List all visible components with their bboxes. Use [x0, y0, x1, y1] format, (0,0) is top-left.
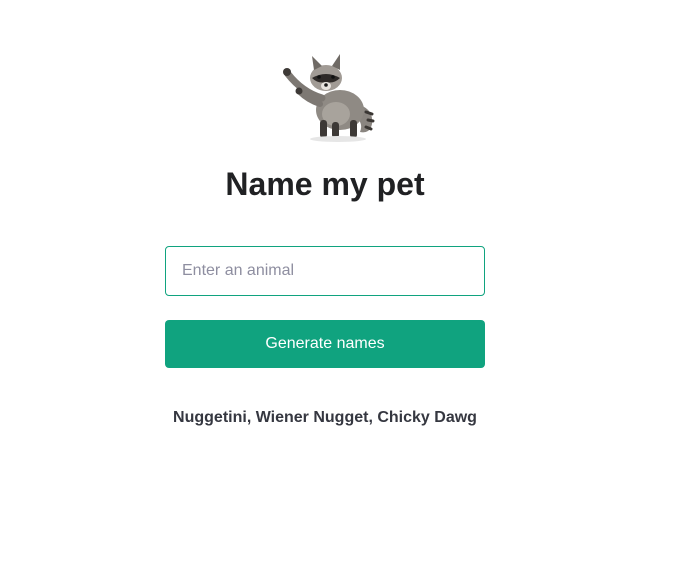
generate-names-button[interactable]: Generate names — [165, 320, 485, 368]
page: Name my pet Generate names Nuggetini, Wi… — [0, 0, 695, 584]
result-text: Nuggetini, Wiener Nugget, Chicky Dawg — [173, 409, 477, 426]
animal-input[interactable] — [165, 246, 485, 296]
page-title: Name my pet — [225, 166, 425, 202]
raccoon-icon — [283, 54, 375, 142]
